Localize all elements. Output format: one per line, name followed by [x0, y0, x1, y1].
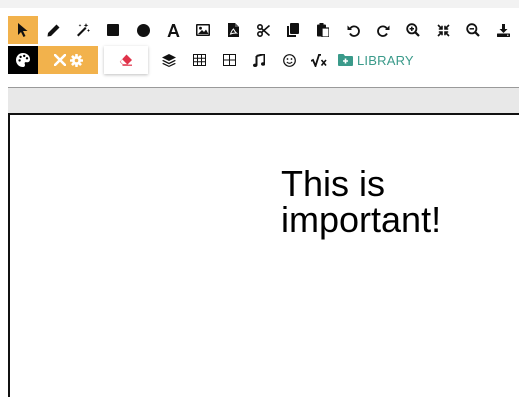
palette-button[interactable]	[8, 46, 38, 74]
library-label: LIBRARY	[357, 52, 414, 68]
palette-icon	[16, 53, 30, 67]
color-settings-button[interactable]	[38, 46, 98, 74]
undo-icon	[347, 25, 360, 37]
zoom-out-button[interactable]	[458, 16, 488, 44]
gear-icon	[69, 53, 83, 67]
grid-icon	[222, 54, 236, 66]
canvas-text-object[interactable]: This is important!	[281, 166, 511, 238]
pdf-tool-button[interactable]	[218, 16, 248, 44]
math-button[interactable]	[304, 46, 334, 74]
fit-screen-button[interactable]	[428, 16, 458, 44]
image-icon	[196, 24, 210, 36]
paste-tool-button[interactable]	[308, 16, 338, 44]
main-toolbar	[8, 16, 518, 44]
canvas-header-bar	[8, 87, 519, 115]
redo-button[interactable]	[368, 16, 398, 44]
pdf-icon	[227, 23, 239, 37]
square-root-icon	[311, 53, 327, 67]
eraser-icon	[119, 54, 132, 66]
text-tool-button[interactable]	[158, 16, 188, 44]
pointer-icon	[18, 23, 28, 37]
library-button[interactable]: LIBRARY	[334, 46, 418, 74]
circle-icon	[136, 23, 150, 37]
text-icon	[167, 23, 179, 37]
layers-icon	[162, 53, 176, 67]
secondary-toolbar: LIBRARY	[8, 46, 418, 74]
close-icon	[53, 54, 66, 66]
magic-wand-icon	[77, 23, 90, 37]
compress-icon	[436, 23, 450, 37]
download-button[interactable]	[488, 16, 518, 44]
paste-icon	[317, 23, 329, 37]
zoom-in-button[interactable]	[398, 16, 428, 44]
scissors-icon	[256, 23, 270, 37]
layers-button[interactable]	[154, 46, 184, 74]
emoji-button[interactable]	[274, 46, 304, 74]
table-icon	[192, 54, 206, 66]
zoom-in-icon	[406, 23, 420, 37]
copy-icon	[287, 23, 299, 37]
pencil-tool-button[interactable]	[38, 16, 68, 44]
circle-tool-button[interactable]	[128, 16, 158, 44]
top-strip	[0, 0, 519, 8]
table-button[interactable]	[184, 46, 214, 74]
music-button[interactable]	[244, 46, 274, 74]
square-icon	[107, 24, 119, 36]
folder-plus-icon	[338, 54, 353, 66]
cut-tool-button[interactable]	[248, 16, 278, 44]
pencil-icon	[47, 24, 59, 36]
download-icon	[496, 23, 510, 37]
undo-button[interactable]	[338, 16, 368, 44]
eraser-button[interactable]	[104, 46, 148, 74]
smiley-icon	[282, 53, 296, 67]
magic-wand-tool-button[interactable]	[68, 16, 98, 44]
zoom-out-icon	[466, 23, 480, 37]
redo-icon	[376, 25, 389, 37]
drawing-canvas[interactable]	[8, 115, 519, 397]
image-tool-button[interactable]	[188, 16, 218, 44]
editor-page: LIBRARY This is important!	[0, 0, 519, 397]
copy-tool-button[interactable]	[278, 16, 308, 44]
pointer-tool-button[interactable]	[8, 16, 38, 44]
rectangle-tool-button[interactable]	[98, 16, 128, 44]
grid-button[interactable]	[214, 46, 244, 74]
music-icon	[253, 53, 265, 67]
